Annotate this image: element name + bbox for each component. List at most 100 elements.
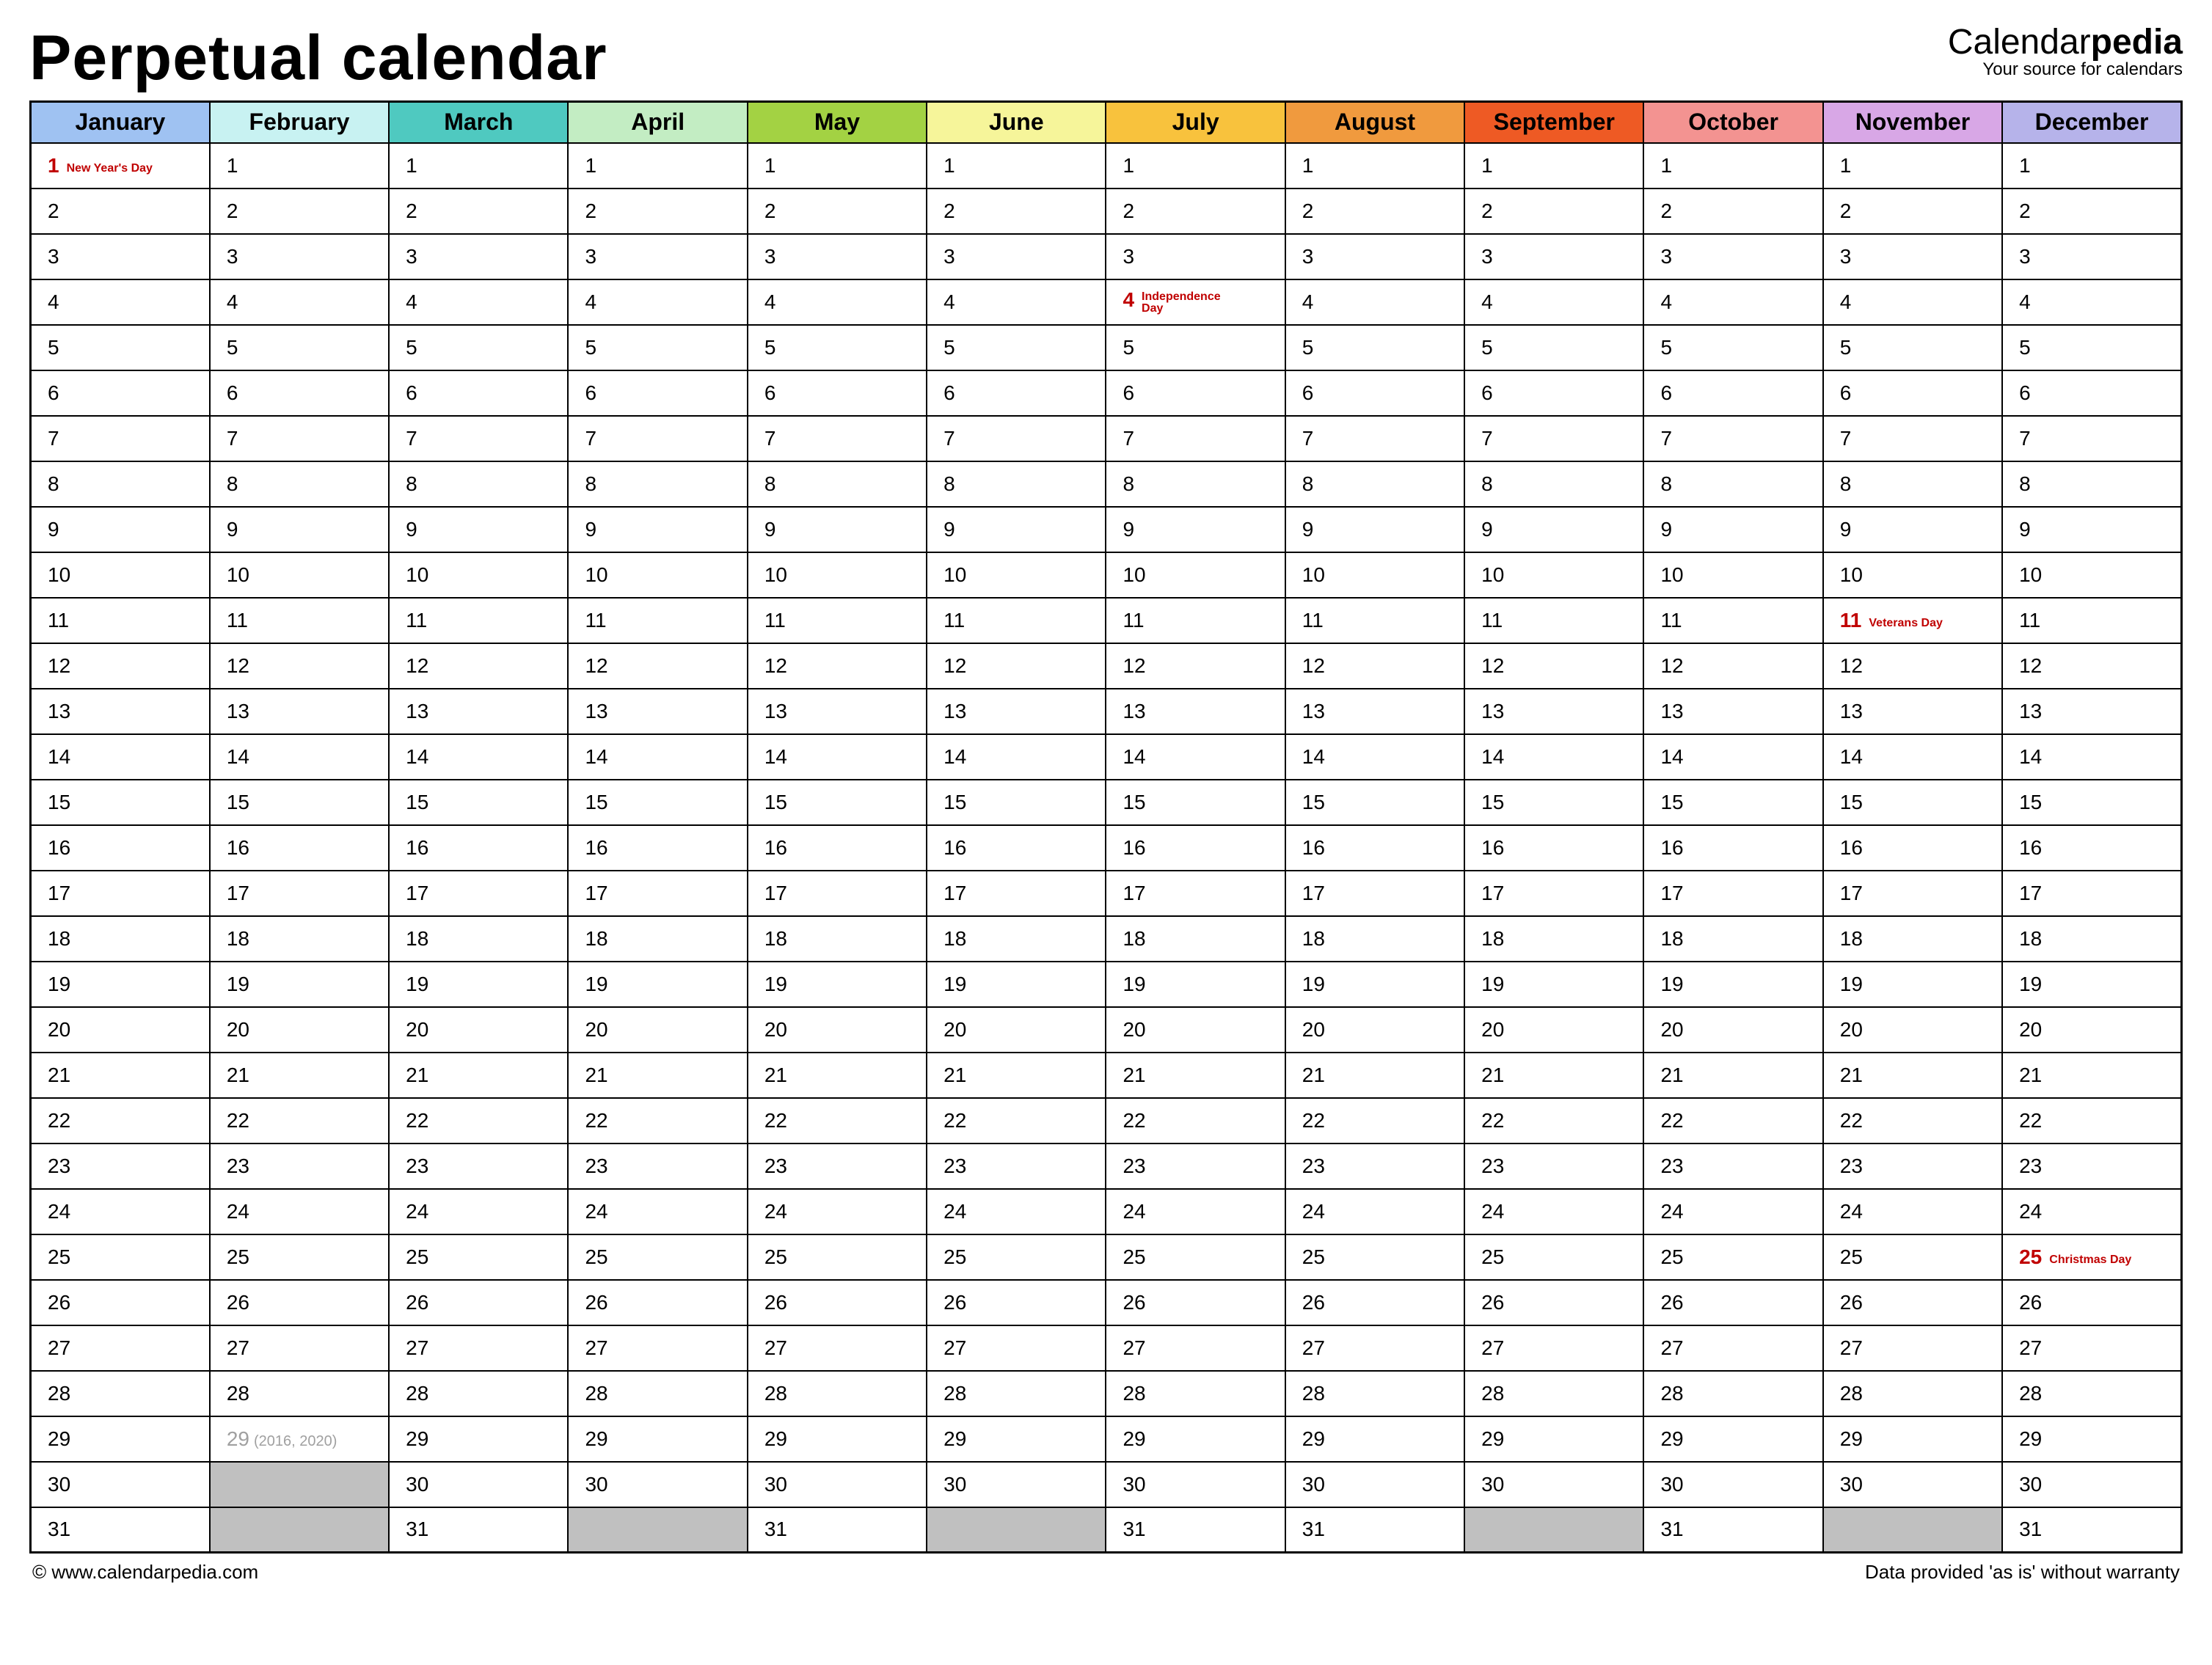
day-number: 25 bbox=[48, 1245, 70, 1269]
day-number: 12 bbox=[1302, 654, 1325, 678]
day-number: 26 bbox=[406, 1291, 428, 1314]
holiday-label: New Year's Day bbox=[67, 163, 153, 175]
day-number: 22 bbox=[585, 1109, 607, 1132]
day-cell: 25 bbox=[389, 1234, 568, 1280]
day-cell: 13 bbox=[748, 689, 927, 734]
day-number: 19 bbox=[1660, 973, 1683, 996]
day-number: 23 bbox=[227, 1154, 249, 1178]
day-cell: 23 bbox=[389, 1143, 568, 1189]
day-number: 22 bbox=[48, 1109, 70, 1132]
day-cell: 21 bbox=[748, 1053, 927, 1098]
day-cell: 24 bbox=[748, 1189, 927, 1234]
day-number: 17 bbox=[1840, 882, 1863, 905]
brand-name: Calendarpedia bbox=[1948, 22, 2183, 62]
day-number: 30 bbox=[2019, 1473, 2042, 1496]
day-number: 30 bbox=[1660, 1473, 1683, 1496]
day-cell: 17 bbox=[31, 871, 210, 916]
day-cell: 15 bbox=[1823, 780, 2002, 825]
day-cell: 1 bbox=[1823, 143, 2002, 189]
day-cell: 25 bbox=[568, 1234, 747, 1280]
day-cell: 19 bbox=[2002, 962, 2181, 1007]
day-number: 7 bbox=[406, 427, 417, 450]
day-cell: 13 bbox=[1285, 689, 1464, 734]
day-cell: 17 bbox=[210, 871, 389, 916]
day-cell: 8 bbox=[1106, 461, 1285, 507]
day-number: 18 bbox=[48, 927, 70, 951]
day-number: 15 bbox=[406, 791, 428, 814]
day-number: 26 bbox=[227, 1291, 249, 1314]
day-cell: 24 bbox=[210, 1189, 389, 1234]
day-number: 12 bbox=[227, 654, 249, 678]
day-number: 29 bbox=[1123, 1427, 1145, 1451]
day-number: 27 bbox=[48, 1336, 70, 1360]
day-number: 28 bbox=[2019, 1382, 2042, 1405]
day-number: 3 bbox=[1123, 245, 1134, 268]
day-cell: 29 bbox=[1106, 1416, 1285, 1462]
day-cell: 29 bbox=[1643, 1416, 1822, 1462]
day-number: 24 bbox=[48, 1200, 70, 1223]
day-cell: 14 bbox=[389, 734, 568, 780]
day-number: 6 bbox=[1660, 381, 1672, 405]
day-number: 2 bbox=[1840, 200, 1852, 223]
day-number: 27 bbox=[1481, 1336, 1504, 1360]
day-number: 20 bbox=[1660, 1018, 1683, 1042]
day-number: 2 bbox=[943, 200, 955, 223]
day-cell: 25 bbox=[1464, 1234, 1643, 1280]
day-cell: 16 bbox=[389, 825, 568, 871]
day-cell: 11 bbox=[210, 598, 389, 643]
day-cell: 27 bbox=[927, 1325, 1106, 1371]
brand-tagline: Your source for calendars bbox=[1948, 59, 2183, 80]
day-cell: 6 bbox=[748, 370, 927, 416]
day-cell: 13 bbox=[31, 689, 210, 734]
day-cell bbox=[1823, 1507, 2002, 1553]
day-number: 31 bbox=[1302, 1518, 1325, 1541]
day-cell: 27 bbox=[748, 1325, 927, 1371]
day-cell: 27 bbox=[1464, 1325, 1643, 1371]
day-cell: 9 bbox=[1643, 507, 1822, 552]
day-cell: 1New Year's Day bbox=[31, 143, 210, 189]
day-cell: 23 bbox=[1464, 1143, 1643, 1189]
day-cell: 16 bbox=[1285, 825, 1464, 871]
day-number: 18 bbox=[585, 927, 607, 951]
day-cell: 31 bbox=[1643, 1507, 1822, 1553]
day-cell: 1 bbox=[389, 143, 568, 189]
day-row: 121212121212121212121212 bbox=[31, 643, 2182, 689]
day-number: 27 bbox=[943, 1336, 966, 1360]
day-cell: 21 bbox=[2002, 1053, 2181, 1098]
day-number: 12 bbox=[1660, 654, 1683, 678]
day-cell: 7 bbox=[927, 416, 1106, 461]
day-cell: 10 bbox=[1464, 552, 1643, 598]
leap-note: (2016, 2020) bbox=[254, 1433, 337, 1449]
day-number: 25 bbox=[1123, 1245, 1145, 1269]
day-number: 6 bbox=[1481, 381, 1493, 405]
day-cell: 15 bbox=[1285, 780, 1464, 825]
month-header-january: January bbox=[31, 102, 210, 143]
day-number: 6 bbox=[48, 381, 59, 405]
day-number: 7 bbox=[1660, 427, 1672, 450]
day-cell: 21 bbox=[1106, 1053, 1285, 1098]
page-title: Perpetual calendar bbox=[29, 22, 607, 95]
day-cell bbox=[927, 1507, 1106, 1553]
day-number: 2 bbox=[1660, 200, 1672, 223]
day-row: 31313131313131 bbox=[31, 1507, 2182, 1553]
day-cell: 17 bbox=[1643, 871, 1822, 916]
day-cell: 7 bbox=[31, 416, 210, 461]
day-cell bbox=[568, 1507, 747, 1553]
day-number: 2 bbox=[585, 200, 596, 223]
day-number: 15 bbox=[585, 791, 607, 814]
day-cell: 12 bbox=[1285, 643, 1464, 689]
day-cell: 3 bbox=[568, 234, 747, 279]
day-cell: 30 bbox=[1464, 1462, 1643, 1507]
day-number: 5 bbox=[1302, 336, 1314, 359]
day-number: 10 bbox=[1840, 563, 1863, 587]
day-number: 27 bbox=[1302, 1336, 1325, 1360]
day-cell: 29 bbox=[568, 1416, 747, 1462]
day-number: 11 bbox=[1660, 609, 1682, 632]
day-cell: 29 bbox=[389, 1416, 568, 1462]
day-cell: 30 bbox=[1106, 1462, 1285, 1507]
day-number: 8 bbox=[48, 472, 59, 496]
day-number: 30 bbox=[406, 1473, 428, 1496]
day-number: 16 bbox=[1123, 836, 1145, 860]
day-cell: 27 bbox=[2002, 1325, 2181, 1371]
day-number: 15 bbox=[1123, 791, 1145, 814]
